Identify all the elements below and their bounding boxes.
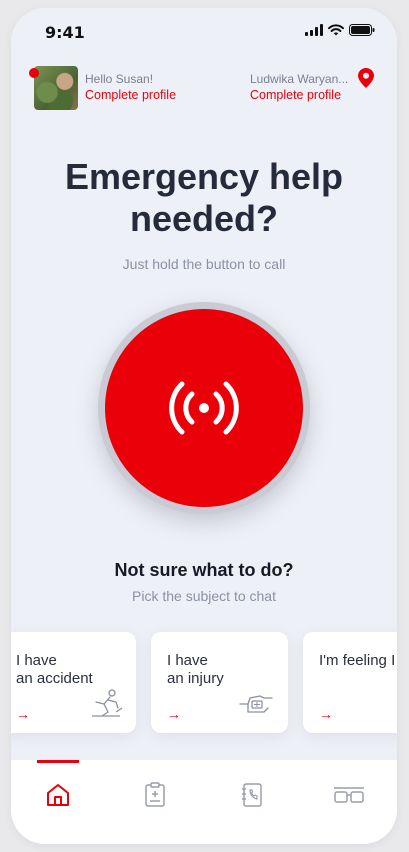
wifi-icon — [328, 24, 344, 36]
page-subtitle: Just hold the button to call — [122, 256, 286, 272]
active-tab-indicator — [37, 760, 79, 763]
phone-book-icon — [242, 783, 262, 807]
arrow-right-icon: → — [167, 706, 181, 722]
card-label: I have an injury — [167, 652, 287, 688]
help-subtitle: Pick the subject to chat — [132, 588, 276, 604]
arrow-right-icon: → — [319, 706, 333, 722]
card-label: I have an accident — [16, 652, 136, 688]
tab-medical-report[interactable] — [125, 760, 185, 844]
card-label: I'm feeling I — [319, 652, 397, 670]
glasses-icon — [334, 787, 364, 803]
medical-report-icon — [145, 782, 165, 807]
avatar-image — [34, 66, 78, 110]
emergency-call-button[interactable] — [105, 309, 303, 507]
location-pin-icon[interactable] — [358, 68, 374, 88]
arrow-right-icon: → — [16, 706, 30, 722]
card-label-line1: I have — [167, 652, 208, 669]
subject-card-injury[interactable]: I have an injury → — [151, 632, 288, 733]
profile-row: Hello Susan! Complete profile Ludwika Wa… — [11, 66, 397, 112]
emergency-button-ring — [98, 302, 310, 514]
accident-icon — [92, 689, 123, 717]
subject-card-feeling[interactable]: I'm feeling I → — [303, 632, 397, 733]
broadcast-signal-icon — [169, 381, 239, 435]
phone-screen: 9:41 Hello Susan! Complete profile Ludwi… — [11, 8, 397, 844]
complete-profile-link[interactable]: Complete profile — [85, 88, 176, 102]
battery-icon — [349, 24, 375, 36]
home-icon — [47, 784, 69, 806]
card-label-line2: an accident — [16, 670, 93, 687]
card-label-line2: an injury — [167, 670, 224, 687]
page-title: Emergency help needed? — [64, 156, 344, 239]
greeting-text: Hello Susan! — [85, 72, 154, 86]
location-name: Ludwika Waryan... — [250, 72, 349, 86]
tab-glasses[interactable] — [319, 760, 379, 844]
location-complete-profile-link[interactable]: Complete profile — [250, 88, 341, 102]
status-time: 9:41 — [45, 23, 85, 42]
status-bar: 9:41 — [11, 8, 397, 52]
signal-icon — [305, 24, 323, 36]
card-label-line1: I have — [16, 652, 57, 669]
tab-phone-book[interactable] — [222, 760, 282, 844]
status-icons — [305, 24, 375, 36]
subject-card-accident[interactable]: I have an accident → — [11, 632, 136, 733]
tab-home[interactable] — [28, 760, 88, 844]
notification-dot — [29, 68, 39, 78]
injury-icon — [239, 695, 273, 713]
help-title: Not sure what to do? — [114, 560, 294, 580]
card-label-line1: I'm feeling I — [319, 652, 396, 669]
avatar[interactable] — [29, 66, 78, 110]
bottom-tab-bar — [11, 760, 397, 844]
